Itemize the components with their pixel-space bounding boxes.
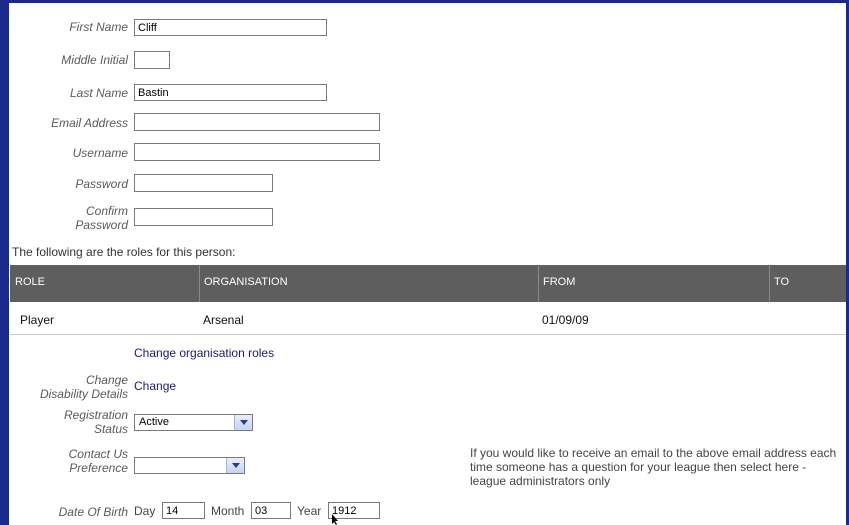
password-input[interactable] — [134, 174, 273, 192]
password-label: Password — [75, 177, 128, 191]
dob-day-input[interactable] — [162, 502, 205, 519]
confirm-password-label-line2: Password — [75, 218, 128, 232]
dob-month-input[interactable] — [251, 502, 291, 519]
window-frame-top — [0, 0, 849, 3]
roles-table-header: ROLE ORGANISATION FROM TO — [10, 265, 846, 302]
chevron-down-icon[interactable] — [226, 458, 244, 473]
disability-label-line2: Disability Details — [39, 387, 128, 401]
confirm-password-label-wrap: Confirm Password — [10, 204, 128, 232]
contact-preference-select[interactable] — [134, 457, 245, 474]
roles-header-role: ROLE — [15, 276, 45, 288]
username-label: Username — [72, 146, 128, 160]
from-cell: 01/09/09 — [542, 313, 589, 327]
password-label-wrap: Password — [10, 177, 128, 191]
first-name-input[interactable] — [134, 19, 327, 36]
header-divider — [769, 265, 770, 302]
dob-label: Date Of Birth — [58, 505, 128, 519]
username-label-wrap: Username — [10, 146, 128, 160]
middle-initial-label-wrap: Middle Initial — [10, 53, 128, 67]
roles-intro-text: The following are the roles for this per… — [12, 245, 236, 259]
confirm-password-input[interactable] — [134, 208, 273, 226]
last-name-label-wrap: Last Name — [10, 86, 128, 100]
contact-label-wrap: Contact Us Preference — [10, 447, 128, 475]
middle-initial-input[interactable] — [134, 51, 170, 69]
change-organisation-roles-link[interactable]: Change organisation roles — [134, 346, 274, 360]
chevron-down-icon[interactable] — [234, 415, 252, 430]
roles-header-from: FROM — [543, 276, 576, 288]
first-name-label-wrap: First Name — [10, 20, 128, 34]
disability-label-wrap: Change Disability Details — [10, 373, 128, 401]
organisation-cell: Arsenal — [203, 313, 244, 327]
registration-label-wrap: Registration Status — [10, 408, 128, 436]
first-name-label: First Name — [69, 20, 128, 34]
contact-label-line2: Preference — [69, 461, 128, 475]
registration-status-select[interactable]: Active — [134, 414, 253, 431]
contact-label-line1: Contact Us — [68, 447, 128, 461]
registration-label-line1: Registration — [63, 408, 128, 422]
email-input[interactable] — [134, 113, 380, 131]
registration-status-value: Active — [139, 416, 169, 428]
header-divider — [199, 265, 200, 302]
header-divider — [538, 265, 539, 302]
email-label: Email Address — [51, 116, 128, 130]
dob-month-label: Month — [211, 504, 245, 518]
confirm-password-label-line1: Confirm — [85, 204, 128, 218]
window-frame-left — [0, 0, 9, 525]
contact-preference-note: If you would like to receive an email to… — [470, 446, 837, 488]
dob-year-label: Year — [297, 504, 322, 518]
email-label-wrap: Email Address — [10, 116, 128, 130]
disability-label-line1: Change — [85, 373, 128, 387]
roles-header-to: TO — [774, 276, 790, 288]
middle-initial-label: Middle Initial — [61, 53, 128, 67]
roles-header-organisation: ORGANISATION — [204, 276, 288, 288]
dob-day-label: Day — [134, 504, 156, 518]
row-divider — [10, 334, 846, 335]
registration-label-line2: Status — [93, 422, 128, 436]
change-disability-link[interactable]: Change — [134, 379, 176, 393]
role-cell: Player — [20, 313, 55, 327]
mouse-cursor-icon — [332, 514, 338, 525]
last-name-input[interactable] — [134, 84, 327, 101]
dob-label-wrap: Date Of Birth — [10, 505, 128, 519]
username-input[interactable] — [134, 143, 380, 161]
last-name-label: Last Name — [69, 86, 128, 100]
